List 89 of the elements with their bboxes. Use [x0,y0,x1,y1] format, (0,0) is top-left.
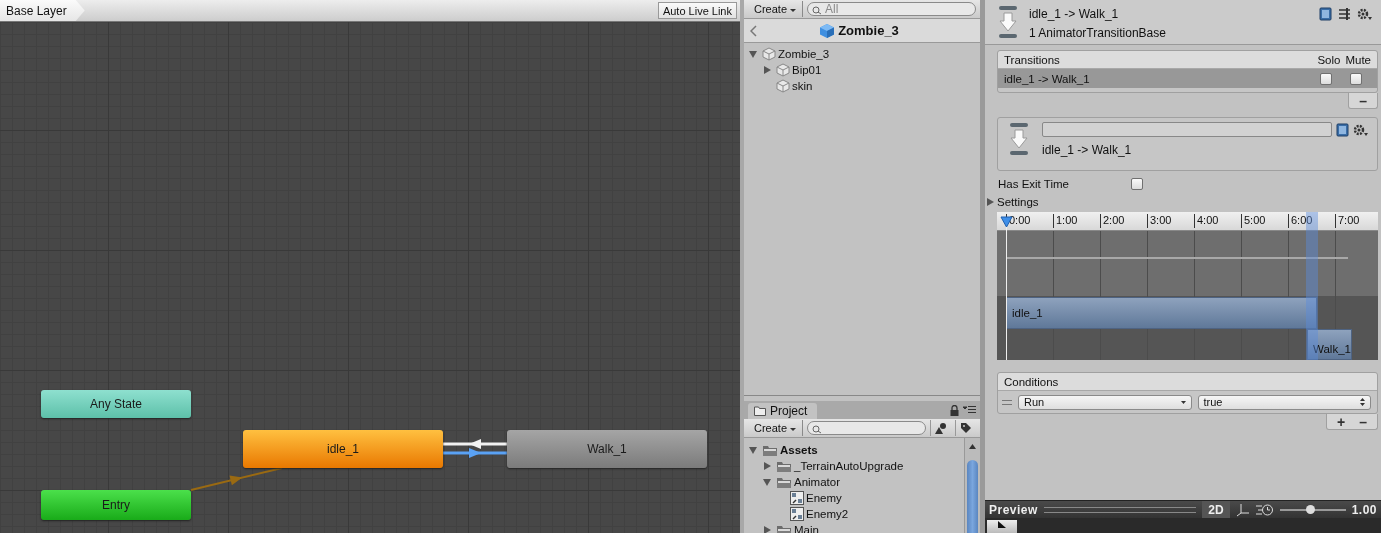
foldout-label[interactable]: Settings [997,195,1039,208]
name-field[interactable] [1042,122,1332,137]
remove-button[interactable]: – [1359,415,1367,428]
tree-item[interactable]: Animator [794,476,841,488]
tab-label: Project [770,404,808,418]
project-tab[interactable]: Project [748,403,818,419]
search-field[interactable] [807,421,926,435]
time-label: 1:00 [1053,214,1078,228]
settings-icon[interactable] [1353,122,1369,137]
folder-icon [762,443,778,457]
transition-icon [1008,122,1030,156]
transition-arrow[interactable] [443,439,507,449]
column-header: Mute [1345,53,1371,66]
preview-title: Preview [989,502,1038,517]
cube-icon [762,47,776,61]
time-label: 2:00 [1100,214,1125,228]
updown-caret-icon [1360,398,1365,406]
state-node[interactable]: idle_1 [243,430,443,468]
mute-checkbox[interactable] [1350,72,1362,85]
state-node[interactable]: Walk_1 [507,430,707,468]
controller-icon [790,491,804,505]
transition-label: idle_1 -> Walk_1 [1042,143,1133,157]
menu-icon[interactable] [963,404,976,414]
parameter-dropdown[interactable]: Run [1018,394,1192,410]
help-book-icon[interactable] [1319,7,1332,21]
folder-icon [776,475,792,489]
caret-icon [1180,400,1186,404]
tree-item[interactable]: _TerrainAutoUpgrade [794,460,904,472]
search-field[interactable]: All [807,2,976,16]
transition-icon [997,5,1019,39]
state-node[interactable]: Any State [41,390,191,418]
tree-item[interactable]: Enemy2 [806,508,849,520]
tree-item[interactable]: Enemy [806,492,842,504]
tree-item[interactable]: Zombie_3 [778,48,830,60]
cube-icon [776,79,790,93]
speed-slider[interactable] [1279,508,1346,511]
time-label: 7:00 [1335,214,1360,228]
tree-item[interactable]: Assets [780,444,818,456]
axes-icon[interactable] [1235,502,1250,517]
add-button[interactable]: + [1337,415,1346,428]
folder-icon [776,459,792,473]
create-dropdown[interactable]: Create [748,420,804,436]
create-dropdown[interactable]: Create [748,1,804,17]
property-label: Has Exit Time [998,178,1070,190]
speed-clock-icon[interactable] [1255,502,1274,517]
cube-icon [819,22,836,39]
list-header: Transitions [1004,53,1060,66]
time-label: 5:00 [1241,214,1266,228]
play-button[interactable] [987,520,1017,533]
transition-arrow[interactable] [443,448,507,458]
slider-thumb[interactable] [1306,504,1315,514]
inspector-title: idle_1 -> Walk_1 [1029,7,1120,21]
help-book-icon[interactable] [1336,122,1349,137]
tree-item[interactable]: Bip01 [792,64,822,76]
folder-icon [776,523,792,533]
cube-icon [776,63,790,77]
settings-icon[interactable] [1357,7,1373,21]
lock-icon[interactable] [950,404,959,416]
clip-bar[interactable]: idle_1 [1006,297,1317,329]
play-icon [997,520,1007,528]
drag-handle-icon[interactable] [1002,399,1012,405]
mode-2d-button[interactable]: 2D [1202,501,1230,518]
back-icon[interactable] [750,24,758,37]
sliders-icon[interactable] [1338,7,1351,21]
column-header: Solo [1317,53,1341,66]
solo-checkbox[interactable] [1320,72,1332,85]
state-node[interactable]: Entry [41,490,191,520]
inspector-subtitle: 1 AnimatorTransitionBase [1029,26,1167,40]
tree-item[interactable]: skin [792,80,813,92]
expand-arrow-icon[interactable] [987,197,994,206]
breadcrumb-tab[interactable]: Base Layer [0,0,85,21]
time-label: 3:00 [1147,214,1172,228]
shapes-icon[interactable] [935,422,947,434]
time-label: 6:00 [1288,214,1313,228]
scene-title: Zombie_3 [838,23,899,38]
auto-live-link-button[interactable]: Auto Live Link [657,2,737,19]
time-label: 4:00 [1194,214,1219,228]
list-row[interactable]: idle_1 -> Walk_1 [998,69,1377,88]
row-label: idle_1 -> Walk_1 [1004,72,1091,85]
controller-icon [790,507,804,521]
tag-icon[interactable] [960,422,972,434]
checkbox[interactable] [1131,178,1143,190]
speed-reading: 1.00 [1351,502,1377,517]
scrollbar[interactable] [964,438,980,533]
clip-bar[interactable]: Walk_1 [1307,329,1352,360]
folder-icon [754,406,766,416]
list-header: Conditions [1004,375,1059,388]
value-dropdown[interactable]: true [1197,394,1371,410]
scroll-up-icon[interactable] [969,444,976,449]
